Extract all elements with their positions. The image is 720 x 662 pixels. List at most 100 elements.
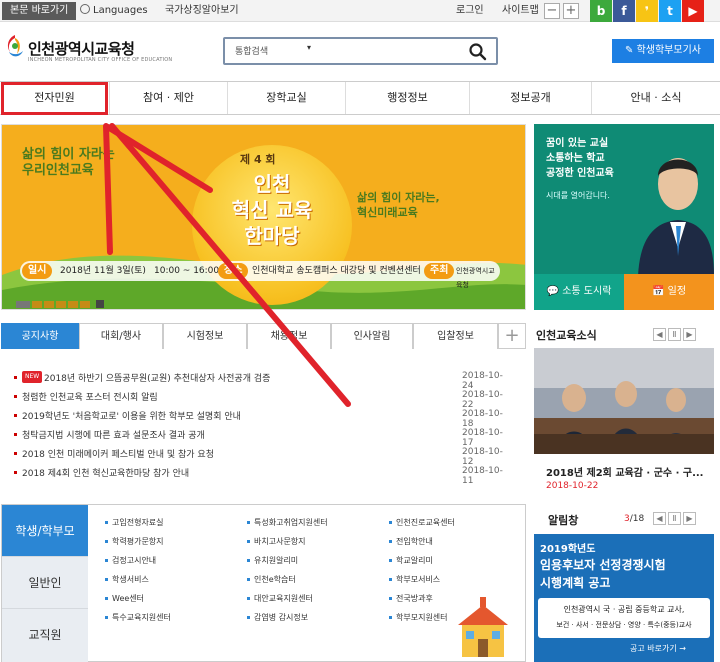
tab-exams[interactable]: 시험정보 xyxy=(163,323,247,349)
notice-title[interactable]: 2018 제4회 인천 혁신교육한마당 참가 안내 xyxy=(22,466,189,479)
list-item[interactable]: 2019학년도 '처음학교로' 이용을 위한 학부모 설명회 안내 2018-1… xyxy=(14,408,514,429)
service-link[interactable]: 특성화고취업지원센터 xyxy=(247,517,328,528)
alert-prev-icon[interactable]: ◀ xyxy=(653,512,666,525)
site-logo-subtext: INCHEON METROPOLITAN CITY OFFICE OF EDUC… xyxy=(28,57,173,63)
service-link[interactable]: Wee센터 xyxy=(104,593,144,604)
nav-scholarship[interactable]: 장학교실 xyxy=(228,82,346,114)
twitter-icon[interactable]: t xyxy=(659,0,681,22)
site-logo-text[interactable]: 인천광역시교육청 xyxy=(28,38,135,59)
tab-general-public[interactable]: 일반인 xyxy=(2,557,88,609)
alert-board-counter: 3/18 xyxy=(624,514,644,524)
event-date-tag: 일시 xyxy=(22,263,53,279)
list-item[interactable]: 청렴한 인천교육 포스터 전시회 알림 2018-10-22 xyxy=(14,389,514,410)
service-link[interactable]: 특수교육지원센터 xyxy=(105,612,171,623)
news-next-icon[interactable]: ▶ xyxy=(683,328,696,341)
communication-lunchbox-button[interactable]: 💬 소통 도시락 xyxy=(534,274,624,310)
alert-banner-title-line1: 임용후보자 선정경쟁시험 xyxy=(540,558,666,572)
logo-icon[interactable] xyxy=(4,32,26,60)
service-link[interactable]: 학생서비스 xyxy=(105,574,149,585)
news-prev-icon[interactable]: ◀ xyxy=(653,328,666,341)
schedule-button[interactable]: 📅 일정 xyxy=(624,274,714,310)
skip-to-content-button[interactable]: 본문 바로가기 xyxy=(2,2,77,20)
tab-bidding[interactable]: 입찰정보 xyxy=(413,323,498,349)
search-bar[interactable]: 통합검색 ▾ xyxy=(223,37,498,65)
service-link[interactable]: 학부모서비스 xyxy=(388,574,440,585)
service-link[interactable]: 감염병 감시정보 xyxy=(246,612,308,623)
nav-information-disclosure[interactable]: 정보공개 xyxy=(470,82,592,114)
login-link[interactable]: 로그인 xyxy=(456,3,484,19)
hero-page-dot[interactable] xyxy=(68,300,78,308)
zoom-out-button[interactable]: − xyxy=(544,3,560,19)
tab-personnel[interactable]: 인사알림 xyxy=(331,323,413,349)
hero-page-dot[interactable] xyxy=(56,300,66,308)
tab-events[interactable]: 대회/행사 xyxy=(79,323,163,349)
alert-banner-title-line2: 시행계획 공고 xyxy=(540,576,611,590)
news-caption[interactable]: 2018년 제2회 교육감 · 군수 · 구... xyxy=(546,464,703,479)
search-category-select[interactable]: 통합검색 xyxy=(235,44,268,57)
service-link[interactable]: 전입학안내 xyxy=(389,536,433,547)
notice-title[interactable]: 청탁금지법 시행에 따른 효과 설문조사 결과 공개 xyxy=(22,428,205,441)
sitemap-link[interactable]: 사이트맵 xyxy=(502,3,539,19)
list-item[interactable]: 2018 인천 미래메이커 페스티벌 안내 및 참가 요청 2018-10-12 xyxy=(14,446,514,467)
nav-guide-news[interactable]: 안내 · 소식 xyxy=(592,82,720,114)
service-link[interactable]: 고입전형자료실 xyxy=(105,517,164,528)
notice-title[interactable]: 2018년 하반기 으뜸공무원(교원) 추천대상자 사전공개 검증 xyxy=(44,371,270,384)
event-date: 2018년 11월 3일(토) xyxy=(60,266,146,276)
service-link[interactable]: 인천e학습터 xyxy=(247,574,296,585)
tab-staff[interactable]: 교직원 xyxy=(2,609,88,662)
list-item[interactable]: 2018 제4회 인천 혁신교육한마당 참가 안내 2018-10-11 xyxy=(14,465,514,486)
service-link[interactable]: 바치고사문항지 xyxy=(247,536,306,547)
service-link[interactable]: 학력평가문항지 xyxy=(105,536,164,547)
tab-student-parent[interactable]: 학생/학부모 xyxy=(2,505,88,557)
event-time: 10:00 ~ 16:00 xyxy=(154,266,220,276)
notice-title[interactable]: 청렴한 인천교육 포스터 전시회 알림 xyxy=(22,390,158,403)
hero-pause-icon[interactable] xyxy=(96,300,104,308)
alert-board-title: 알림창 xyxy=(548,514,579,527)
facebook-icon[interactable]: f xyxy=(613,0,635,22)
tab-notices[interactable]: 공지사항 xyxy=(1,323,79,349)
more-notices-button[interactable]: + xyxy=(498,323,526,349)
tab-recruitment[interactable]: 채용정보 xyxy=(247,323,331,349)
hero-page-dot[interactable] xyxy=(80,300,90,308)
service-link[interactable]: 전국방과후 xyxy=(389,593,433,604)
alert-pause-icon[interactable]: Ⅱ xyxy=(668,512,681,525)
news-pause-icon[interactable]: Ⅱ xyxy=(668,328,681,341)
national-symbols-link[interactable]: 국가상징알아보기 xyxy=(165,3,239,19)
service-link[interactable]: 학부모지원센터 xyxy=(389,612,448,623)
service-link[interactable]: 대안교육지원센터 xyxy=(247,593,313,604)
hero-page-dot[interactable] xyxy=(44,300,54,308)
chevron-down-icon[interactable]: ▾ xyxy=(307,43,311,52)
main-navigation: 전자민원 참여 · 제안 장학교실 행정정보 정보공개 안내 · 소식 xyxy=(0,81,720,115)
alert-next-icon[interactable]: ▶ xyxy=(683,512,696,525)
blog-icon[interactable]: b xyxy=(590,0,612,22)
nav-participation[interactable]: 참여 · 제안 xyxy=(110,82,228,114)
student-parent-reporter-button[interactable]: ✎ 학생학부모기사 xyxy=(612,39,714,63)
news-photo[interactable] xyxy=(534,348,714,454)
kakaostory-icon[interactable]: ❜ xyxy=(636,0,658,22)
service-link[interactable]: 인천진로교육센터 xyxy=(389,517,455,528)
hero-page-dot[interactable] xyxy=(32,300,42,308)
hero-title-line3: 한마당 xyxy=(244,224,300,248)
bullet-icon xyxy=(14,452,17,455)
nav-admin-info[interactable]: 행정정보 xyxy=(346,82,470,114)
service-link[interactable]: 학교알리미 xyxy=(389,555,433,566)
languages-menu[interactable]: Languages xyxy=(80,3,148,19)
hero-banner[interactable]: 삶의 힘이 자라는 우리인천교육 제 4 회 인천 혁신 교육 한마당 삶의 힘… xyxy=(1,124,526,310)
alert-banner[interactable]: 2019학년도 임용후보자 선정경쟁시험 시행계획 공고 인천광역시 국 · 공… xyxy=(534,534,714,662)
event-place-tag: 장소 xyxy=(218,263,249,279)
hero-page-dot[interactable] xyxy=(16,300,30,308)
notice-title[interactable]: 2018 인천 미래메이커 페스티벌 안내 및 참가 요청 xyxy=(22,447,214,460)
hero-right-slogan: 삶의 힘이 자라는, 혁신미래교육 xyxy=(357,190,440,220)
list-item[interactable]: NEW 2018년 하반기 으뜸공무원(교원) 추천대상자 사전공개 검증 20… xyxy=(14,370,514,391)
hero-title: 인천 혁신 교육 한마당 xyxy=(207,171,337,249)
announcement-link[interactable]: 공고 바로가기 → xyxy=(630,643,686,654)
list-item[interactable]: 청탁금지법 시행에 따른 효과 설문조사 결과 공개 2018-10-17 xyxy=(14,427,514,448)
search-icon[interactable] xyxy=(468,42,488,62)
superintendent-slogan: 꿈이 있는 교실 소통하는 학교 공정한 인천교육 xyxy=(546,136,614,181)
youtube-icon[interactable]: ▶ xyxy=(682,0,704,22)
service-link[interactable]: 유치원알리미 xyxy=(246,555,298,566)
service-link[interactable]: 검정고시안내 xyxy=(104,555,156,566)
zoom-in-button[interactable]: + xyxy=(563,3,579,19)
superintendent-banner[interactable]: 꿈이 있는 교실 소통하는 학교 공정한 인천교육 시대를 열어갑니다. 💬 소… xyxy=(534,124,714,310)
notice-title[interactable]: 2019학년도 '처음학교로' 이용을 위한 학부모 설명회 안내 xyxy=(22,409,241,422)
